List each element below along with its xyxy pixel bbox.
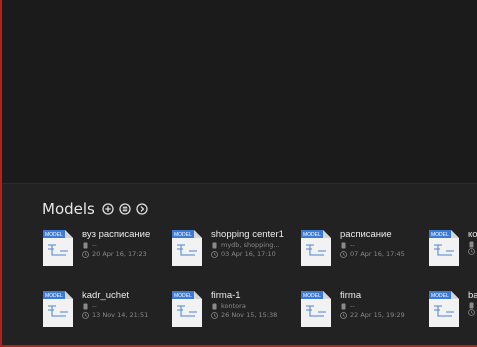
model-db [468,302,477,309]
database-icon [468,302,475,309]
models-title: Models [42,200,95,218]
model-db: -- [340,302,405,311]
database-icon [340,242,347,249]
model-name: расписание [340,229,392,240]
model-name: вуз расписание [82,229,151,240]
database-icon [340,303,347,310]
model-date [468,248,477,255]
model-card[interactable]: MODEL firma -- 22 Apr 15, 19:29 [300,290,405,334]
arrow-right-circle-icon[interactable] [136,203,148,215]
database-icon [82,242,89,249]
model-db: mydb, shopping... [211,241,284,250]
model-date: 07 Apr 16, 17:45 [340,250,405,259]
model-card[interactable]: MODEL firma-1 kontora 26 Nov 15, 15:38 [171,290,277,334]
model-card[interactable]: MODEL расписание -- 07 Apr 16, 17:45 [300,229,405,273]
svg-text:MODEL: MODEL [174,293,192,299]
clock-icon [340,312,347,319]
clock-icon [82,251,89,258]
model-file-icon: MODEL [42,290,74,328]
database-icon [211,242,218,249]
models-header: Models [42,200,148,218]
workspace-empty-area [2,0,477,183]
model-date: 20 Apr 16, 17:23 [82,250,150,259]
model-name: firma [340,290,362,301]
database-icon [82,303,89,310]
model-name: ba [468,290,477,301]
model-db [468,241,477,248]
model-file-icon: MODEL [428,229,460,267]
database-circle-icon[interactable] [119,203,131,215]
clock-icon [211,312,218,319]
database-icon [468,241,475,248]
svg-text:MODEL: MODEL [174,232,192,238]
clock-icon [468,248,475,255]
svg-text:MODEL: MODEL [431,293,449,299]
svg-text:MODEL: MODEL [431,232,449,238]
model-db: -- [82,302,148,311]
model-date: 03 Apr 16, 17:10 [211,250,284,259]
clock-icon [82,312,89,319]
model-db: -- [82,241,150,250]
database-icon [211,303,218,310]
model-name: kadr_uchet [82,290,130,301]
models-section: Models MODEL вуз расписание -- 20 Apr 16… [2,184,477,345]
model-file-icon: MODEL [171,229,203,267]
model-date: 22 Apr 15, 19:29 [340,311,405,320]
clock-icon [340,251,347,258]
model-date [468,309,477,316]
model-file-icon: MODEL [300,229,332,267]
model-card[interactable]: MODEL ко [428,229,477,273]
svg-text:MODEL: MODEL [45,293,63,299]
model-file-icon: MODEL [428,290,460,328]
model-card[interactable]: MODEL kadr_uchet -- 13 Nov 14, 21:51 [42,290,148,334]
model-card[interactable]: MODEL ba [428,290,477,334]
model-date: 13 Nov 14, 21:51 [82,311,148,320]
model-date: 26 Nov 15, 15:38 [211,311,277,320]
model-db: kontora [211,302,277,311]
add-circle-icon[interactable] [102,203,114,215]
clock-icon [211,251,218,258]
model-file-icon: MODEL [171,290,203,328]
svg-text:MODEL: MODEL [45,232,63,238]
model-name: ко [468,229,477,240]
svg-text:MODEL: MODEL [303,293,321,299]
model-card[interactable]: MODEL вуз расписание -- 20 Apr 16, 17:23 [42,229,150,273]
model-file-icon: MODEL [42,229,74,267]
svg-text:MODEL: MODEL [303,232,321,238]
app-window: Models MODEL вуз расписание -- 20 Apr 16… [0,0,477,347]
model-name: firma-1 [211,290,241,301]
model-name: shopping center1 [211,229,284,240]
model-file-icon: MODEL [300,290,332,328]
model-card[interactable]: MODEL shopping center1 mydb, shopping...… [171,229,284,273]
model-db: -- [340,241,405,250]
clock-icon [468,309,475,316]
